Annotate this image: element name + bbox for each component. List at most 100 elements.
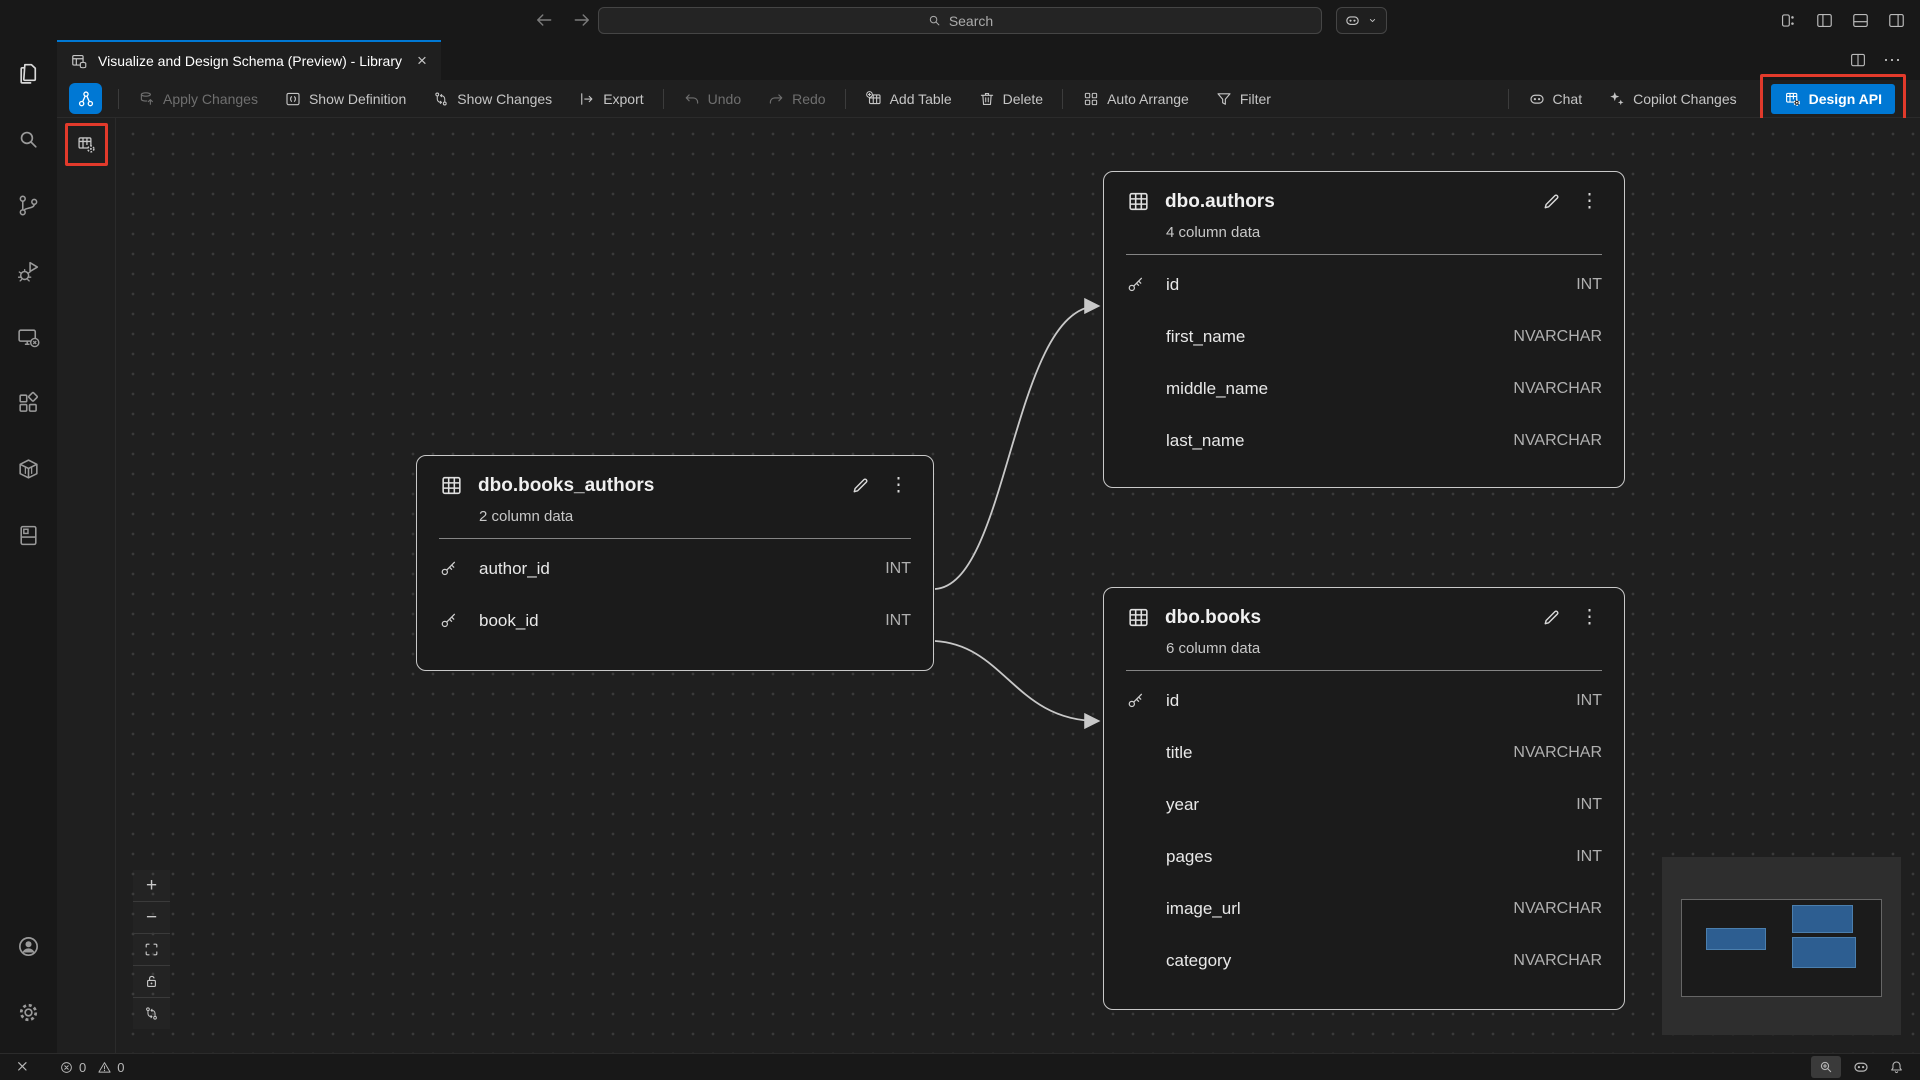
kebab-menu-icon[interactable]: ⋮: [1577, 192, 1602, 211]
split-editor-icon[interactable]: [1849, 51, 1867, 69]
undo-icon: [683, 90, 701, 108]
tab-visualize-schema[interactable]: Visualize and Design Schema (Preview) - …: [57, 40, 441, 80]
notifications-button[interactable]: [1881, 1056, 1912, 1078]
column-row[interactable]: author_id INT: [417, 543, 933, 595]
design-api-button[interactable]: Design API: [1771, 84, 1895, 114]
show-definition-button[interactable]: Show Definition: [271, 90, 419, 108]
fit-view-button[interactable]: [133, 934, 170, 966]
column-row[interactable]: year INT: [1104, 779, 1624, 831]
delete-button[interactable]: Delete: [965, 90, 1056, 108]
column-row[interactable]: first_name NVARCHAR: [1104, 311, 1624, 363]
column-row[interactable]: category NVARCHAR: [1104, 935, 1624, 987]
show-changes-button[interactable]: Show Changes: [419, 90, 565, 108]
table-grid-icon: [1126, 605, 1151, 630]
diagram-changes-button[interactable]: [133, 998, 170, 1029]
customize-layout-icon[interactable]: [1779, 11, 1798, 30]
sidebar-item-extensions[interactable]: [0, 370, 57, 436]
primary-key-icon: [1126, 275, 1146, 295]
copilot-status-button[interactable]: [1845, 1056, 1877, 1078]
auto-arrange-button[interactable]: Auto Arrange: [1069, 90, 1202, 108]
remote-explorer-icon: [16, 325, 41, 350]
edge-books-authors-to-authors[interactable]: [935, 306, 1098, 589]
edge-books-authors-to-books[interactable]: [935, 641, 1098, 721]
settings-button[interactable]: [0, 979, 57, 1045]
sidebar-item-run-debug[interactable]: [0, 238, 57, 304]
edit-table-icon[interactable]: [1540, 190, 1563, 213]
table-card-header: dbo.authors ⋮ 4 column data: [1104, 172, 1624, 255]
design-api-highlight-annotation: Design API: [1760, 74, 1906, 124]
designer-toolbar: Apply Changes Show Definition Show Chang…: [57, 80, 1920, 118]
sidebar-item-containers[interactable]: [0, 436, 57, 502]
minimap[interactable]: [1662, 857, 1901, 1035]
go-back-icon[interactable]: [534, 10, 554, 30]
schema-designer-view-button[interactable]: [71, 129, 102, 160]
error-count: 0: [79, 1060, 86, 1075]
export-button[interactable]: Export: [565, 90, 656, 108]
edit-table-icon[interactable]: [849, 474, 872, 497]
title-bar: Search: [0, 0, 1920, 40]
column-row[interactable]: id INT: [1104, 675, 1624, 727]
column-row[interactable]: last_name NVARCHAR: [1104, 415, 1624, 467]
remote-indicator[interactable]: [8, 1056, 38, 1078]
column-row[interactable]: book_id INT: [417, 595, 933, 647]
toggle-panel-icon[interactable]: [1851, 11, 1870, 30]
warning-icon: [97, 1060, 112, 1075]
toolbar-separator: [1508, 89, 1509, 109]
column-name: category: [1166, 951, 1513, 971]
apply-changes-button[interactable]: Apply Changes: [125, 90, 271, 108]
lock-button[interactable]: [133, 966, 170, 998]
visualize-schema-mode-button[interactable]: [69, 83, 102, 114]
close-icon[interactable]: ×: [417, 51, 427, 71]
redo-button[interactable]: Redo: [754, 90, 838, 108]
activity-bar: [0, 40, 58, 1053]
undo-button[interactable]: Undo: [670, 90, 754, 108]
column-name: id: [1166, 691, 1576, 711]
sidebar-item-database-projects[interactable]: [0, 502, 57, 568]
fit-view-icon: [143, 941, 160, 958]
table-card-authors[interactable]: dbo.authors ⋮ 4 column data id INT first…: [1103, 171, 1625, 488]
table-card-header: dbo.books ⋮ 6 column data: [1104, 588, 1624, 671]
sidebar-item-search[interactable]: [0, 106, 57, 172]
schema-diagram-canvas[interactable]: dbo.books_authors ⋮ 2 column data author…: [57, 118, 1920, 1053]
add-table-button[interactable]: Add Table: [852, 90, 965, 108]
tab-title: Visualize and Design Schema (Preview) - …: [98, 53, 402, 69]
column-row[interactable]: pages INT: [1104, 831, 1624, 883]
copilot-changes-button[interactable]: Copilot Changes: [1595, 90, 1750, 108]
filter-button[interactable]: Filter: [1202, 90, 1284, 108]
bell-icon: [1888, 1059, 1905, 1076]
relationship-edges: [57, 118, 1920, 1053]
problems-indicator[interactable]: 0 0: [52, 1056, 131, 1078]
go-forward-icon[interactable]: [572, 10, 592, 30]
zoom-status-button[interactable]: [1811, 1056, 1841, 1078]
account-icon: [16, 934, 41, 959]
vscode-window: { "titlebar": { "search_placeholder": "S…: [0, 0, 1920, 1080]
edit-table-icon[interactable]: [1540, 606, 1563, 629]
column-type: INT: [1576, 796, 1602, 814]
sidebar-item-source-control[interactable]: [0, 172, 57, 238]
copilot-icon: [1852, 1058, 1870, 1076]
table-card-books[interactable]: dbo.books ⋮ 6 column data id INT title N…: [1103, 587, 1625, 1010]
accounts-button[interactable]: [0, 913, 57, 979]
zoom-out-button[interactable]: −: [133, 902, 170, 934]
column-count: 4 column data: [1166, 224, 1602, 241]
copilot-menu-button[interactable]: [1336, 7, 1387, 34]
search-input[interactable]: Search: [598, 7, 1322, 34]
sidebar-item-remote-explorer[interactable]: [0, 304, 57, 370]
column-name: last_name: [1166, 431, 1513, 451]
more-actions-icon[interactable]: ⋯: [1883, 50, 1902, 71]
zoom-in-button[interactable]: +: [133, 870, 170, 902]
column-row[interactable]: title NVARCHAR: [1104, 727, 1624, 779]
kebab-menu-icon[interactable]: ⋮: [1577, 608, 1602, 627]
chat-button[interactable]: Chat: [1515, 90, 1596, 108]
debug-icon: [16, 259, 41, 284]
toggle-secondary-sidebar-icon[interactable]: [1887, 11, 1906, 30]
sidebar-item-explorer[interactable]: [0, 40, 57, 106]
add-table-icon: [865, 90, 883, 108]
filter-icon: [1215, 90, 1233, 108]
column-row[interactable]: id INT: [1104, 259, 1624, 311]
kebab-menu-icon[interactable]: ⋮: [886, 476, 911, 495]
column-row[interactable]: image_url NVARCHAR: [1104, 883, 1624, 935]
table-card-books-authors[interactable]: dbo.books_authors ⋮ 2 column data author…: [416, 455, 934, 671]
toggle-primary-sidebar-icon[interactable]: [1815, 11, 1834, 30]
column-row[interactable]: middle_name NVARCHAR: [1104, 363, 1624, 415]
